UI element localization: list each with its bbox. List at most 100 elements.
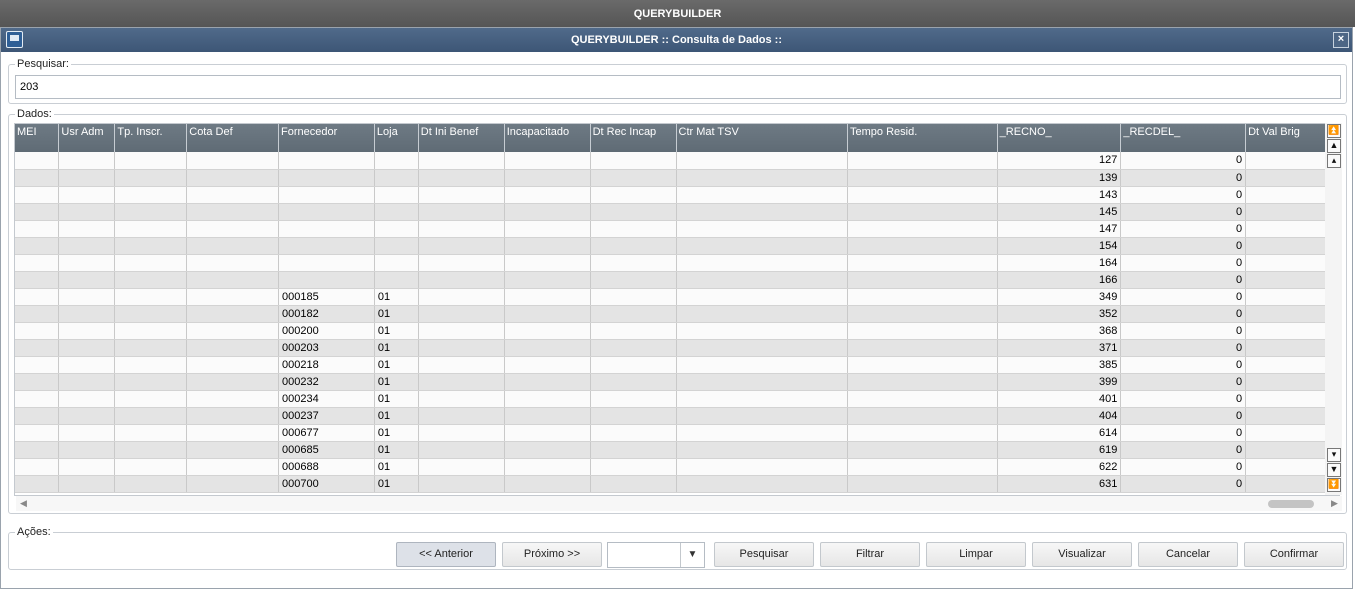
column-header[interactable]: Ctr Mat TSV bbox=[676, 124, 849, 152]
column-header[interactable]: Dt Rec Incap bbox=[590, 124, 677, 152]
horizontal-scroll-thumb[interactable] bbox=[1268, 500, 1314, 508]
empty-cell bbox=[114, 237, 188, 255]
visualizar-button[interactable]: Visualizar bbox=[1032, 542, 1132, 567]
empty-cell bbox=[186, 322, 280, 340]
empty-cell bbox=[418, 254, 505, 272]
proximo-button[interactable]: Próximo >> bbox=[502, 542, 602, 567]
scroll-bottom-icon[interactable]: ⏬ bbox=[1327, 478, 1341, 492]
table-row[interactable]: 000237 01 404 0 bbox=[15, 407, 1339, 425]
recno-cell: 164 bbox=[997, 254, 1122, 272]
empty-cell bbox=[590, 169, 677, 187]
table-row[interactable]: 000677 01 614 0 bbox=[15, 424, 1339, 442]
loja-cell bbox=[374, 237, 419, 255]
table-row[interactable]: 166 0 bbox=[15, 271, 1339, 289]
page-select[interactable]: ▼ bbox=[607, 542, 705, 568]
empty-cell bbox=[504, 203, 591, 221]
empty-cell bbox=[114, 220, 188, 238]
table-row[interactable]: 145 0 bbox=[15, 203, 1339, 221]
cancelar-button[interactable]: Cancelar bbox=[1138, 542, 1238, 567]
dialog-title: QUERYBUILDER :: Consulta de Dados :: bbox=[570, 34, 783, 46]
column-header[interactable]: _RECNO_ bbox=[997, 124, 1122, 152]
actions-legend: Ações: bbox=[15, 526, 53, 538]
empty-cell bbox=[847, 475, 998, 493]
empty-cell bbox=[676, 203, 849, 221]
filtrar-button[interactable]: Filtrar bbox=[820, 542, 920, 567]
table-row[interactable]: 000685 01 619 0 bbox=[15, 441, 1339, 459]
column-header[interactable]: Dt Ini Benef bbox=[418, 124, 505, 152]
empty-cell bbox=[847, 458, 998, 476]
table-row[interactable]: 000182 01 352 0 bbox=[15, 305, 1339, 323]
scroll-right-icon[interactable]: ▶ bbox=[1327, 496, 1342, 511]
table-row[interactable]: 000688 01 622 0 bbox=[15, 458, 1339, 476]
empty-cell bbox=[114, 407, 188, 425]
search-group: Pesquisar: bbox=[8, 58, 1347, 104]
empty-cell bbox=[504, 169, 591, 187]
empty-cell bbox=[590, 288, 677, 306]
empty-cell bbox=[590, 356, 677, 374]
horizontal-scrollbar[interactable]: ◀ ▶ bbox=[16, 496, 1342, 511]
empty-cell bbox=[58, 424, 116, 442]
table-row[interactable]: 143 0 bbox=[15, 186, 1339, 204]
table-row[interactable]: 000232 01 399 0 bbox=[15, 373, 1339, 391]
recno-cell: 139 bbox=[997, 169, 1122, 187]
recno-cell: 385 bbox=[997, 356, 1122, 374]
recno-cell: 145 bbox=[997, 203, 1122, 221]
column-header[interactable]: Tp. Inscr. bbox=[114, 124, 188, 152]
table-row[interactable]: 139 0 bbox=[15, 169, 1339, 187]
recdel-cell: 0 bbox=[1120, 458, 1247, 476]
scroll-left-icon[interactable]: ◀ bbox=[16, 496, 31, 511]
table-row[interactable]: 154 0 bbox=[15, 237, 1339, 255]
empty-cell bbox=[847, 322, 998, 340]
vertical-scrollbar[interactable]: ⏫ ▲ ▴ ▾ ▼ ⏬ bbox=[1325, 123, 1342, 495]
column-header[interactable]: Usr Adm bbox=[58, 124, 116, 152]
table-row[interactable]: 164 0 bbox=[15, 254, 1339, 272]
limpar-button[interactable]: Limpar bbox=[926, 542, 1026, 567]
empty-cell bbox=[114, 373, 188, 391]
data-grid[interactable]: MEI Usr Adm Tp. Inscr. Cota Def Fornecedor Lo… bbox=[14, 123, 1340, 496]
column-header[interactable]: Incapacitado bbox=[504, 124, 591, 152]
empty-cell bbox=[58, 169, 116, 187]
empty-cell bbox=[114, 271, 188, 289]
empty-cell bbox=[418, 407, 505, 425]
fornecedor-cell: 000237 bbox=[278, 407, 375, 425]
table-row[interactable]: 000203 01 371 0 bbox=[15, 339, 1339, 357]
empty-cell bbox=[15, 288, 60, 306]
scroll-top-icon[interactable]: ⏫ bbox=[1327, 124, 1341, 138]
column-header[interactable]: _RECDEL_ bbox=[1120, 124, 1247, 152]
confirmar-button[interactable]: Confirmar bbox=[1244, 542, 1344, 567]
pesquisar-button[interactable]: Pesquisar bbox=[714, 542, 814, 567]
empty-cell bbox=[676, 288, 849, 306]
table-row[interactable]: 147 0 bbox=[15, 220, 1339, 238]
column-header[interactable]: Cota Def bbox=[186, 124, 280, 152]
empty-cell bbox=[15, 305, 60, 323]
column-header[interactable]: MEI bbox=[15, 124, 60, 152]
page-down-icon[interactable]: ▼ bbox=[1327, 463, 1341, 477]
table-row[interactable]: 127 0 bbox=[15, 152, 1339, 170]
empty-cell bbox=[186, 390, 280, 408]
search-legend: Pesquisar: bbox=[15, 58, 71, 70]
table-row[interactable]: 000185 01 349 0 bbox=[15, 288, 1339, 306]
close-button[interactable]: × bbox=[1333, 32, 1349, 48]
column-header[interactable]: Tempo Resid. bbox=[847, 124, 998, 152]
recno-cell: 143 bbox=[997, 186, 1122, 204]
loja-cell: 01 bbox=[374, 305, 419, 323]
empty-cell bbox=[15, 203, 60, 221]
scroll-up-icon[interactable]: ▴ bbox=[1327, 154, 1341, 168]
scroll-down-icon[interactable]: ▾ bbox=[1327, 448, 1341, 462]
table-row[interactable]: 000700 01 631 0 bbox=[15, 475, 1339, 493]
search-input[interactable] bbox=[15, 75, 1341, 99]
fornecedor-cell: 000203 bbox=[278, 339, 375, 357]
anterior-button[interactable]: << Anterior bbox=[396, 542, 496, 567]
empty-cell bbox=[847, 152, 998, 170]
empty-cell bbox=[847, 237, 998, 255]
table-row[interactable]: 000218 01 385 0 bbox=[15, 356, 1339, 374]
empty-cell bbox=[58, 305, 116, 323]
chevron-down-icon[interactable]: ▼ bbox=[680, 543, 704, 567]
empty-cell bbox=[590, 339, 677, 357]
column-header[interactable]: Fornecedor bbox=[278, 124, 375, 152]
table-row[interactable]: 000200 01 368 0 bbox=[15, 322, 1339, 340]
empty-cell bbox=[676, 254, 849, 272]
column-header[interactable]: Loja bbox=[374, 124, 419, 152]
table-row[interactable]: 000234 01 401 0 bbox=[15, 390, 1339, 408]
page-up-icon[interactable]: ▲ bbox=[1327, 139, 1341, 153]
